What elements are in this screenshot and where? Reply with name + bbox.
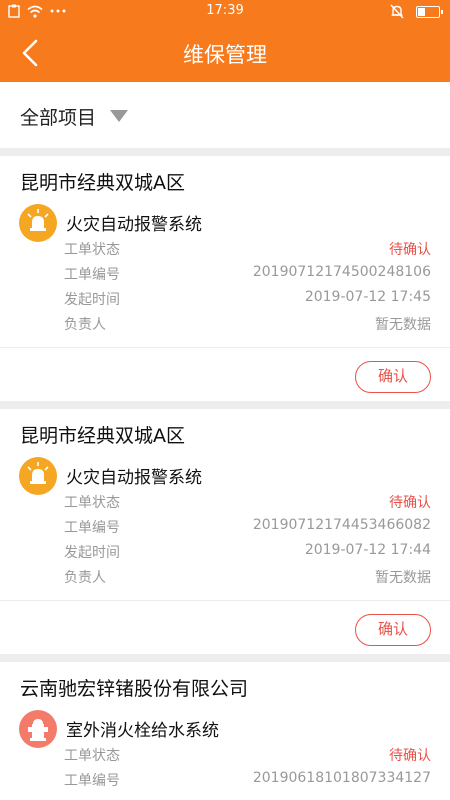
order-number-value: 20190712174453466082: [252, 517, 431, 533]
order-number-value: 20190712174500248106: [252, 264, 431, 280]
start-time-row: 发起时间 2019-07-12 17:45: [64, 289, 431, 313]
confirm-button[interactable]: 确认: [355, 614, 431, 646]
status-label: 工单状态: [64, 242, 120, 258]
status-value: 待确认: [389, 495, 431, 511]
owner-row: 负责人 暂无数据: [64, 314, 431, 338]
header-bar: 维保管理: [0, 24, 450, 82]
work-order-card[interactable]: 昆明市经典双城A区 火灾自动报警系统 工单状态 待确认 工单编号 2019071…: [0, 409, 450, 654]
status-value: 待确认: [389, 242, 431, 258]
status-time: 17:39: [206, 3, 244, 18]
order-number-row: 工单编号 20190712174500248106: [64, 264, 431, 288]
project-name: 昆明市经典双城A区: [20, 425, 185, 447]
status-label: 工单状态: [64, 495, 120, 511]
work-order-card[interactable]: 昆明市经典双城A区 火灾自动报警系统 工单状态 待确认 工单编号 2019071…: [0, 156, 450, 401]
start-time-label: 发起时间: [64, 545, 120, 561]
start-time-value: 2019-07-12 17:44: [304, 542, 431, 558]
status-row: 工单状态 待确认: [64, 492, 431, 516]
owner-value: 暂无数据: [375, 317, 431, 333]
order-number-row: 工单编号 20190712174453466082: [64, 517, 431, 541]
page-title: 维保管理: [183, 43, 267, 67]
owner-label: 负责人: [64, 317, 106, 333]
status-value: 待确认: [389, 748, 431, 764]
project-name: 云南驰宏锌锗股份有限公司: [20, 678, 249, 700]
battery-icon: [416, 5, 443, 18]
start-time-label: 发起时间: [64, 292, 120, 308]
status-label: 工单状态: [64, 748, 120, 764]
alarm-light-icon: [19, 204, 57, 242]
card-divider: [0, 347, 450, 348]
hydrant-icon: [19, 710, 57, 748]
dropdown-triangle-icon: [110, 110, 128, 122]
alarm-light-icon: [19, 457, 57, 495]
start-time-row: 发起时间 2019-07-12 17:44: [64, 542, 431, 566]
status-right-icons: [390, 4, 443, 19]
order-number-label: 工单编号: [64, 520, 120, 536]
order-number-row: 工单编号 20190618101807334127: [64, 770, 431, 794]
card-divider: [0, 600, 450, 601]
status-row: 工单状态 待确认: [64, 745, 431, 769]
owner-row: 负责人 暂无数据: [64, 567, 431, 591]
system-name: 室外消火栓给水系统: [66, 721, 219, 741]
owner-value: 暂无数据: [375, 570, 431, 586]
system-name: 火灾自动报警系统: [66, 215, 202, 235]
order-number-label: 工单编号: [64, 267, 120, 283]
status-row: 工单状态 待确认: [64, 239, 431, 263]
start-time-value: 2019-07-12 17:45: [304, 289, 431, 305]
order-number-label: 工单编号: [64, 773, 120, 789]
order-number-value: 20190618101807334127: [252, 770, 431, 786]
bell-off-icon: [390, 4, 404, 19]
project-name: 昆明市经典双城A区: [20, 172, 185, 194]
confirm-button[interactable]: 确认: [355, 361, 431, 393]
status-bar: 17:39: [0, 0, 450, 24]
project-filter-label: 全部项目: [20, 107, 97, 129]
work-order-card[interactable]: 云南驰宏锌锗股份有限公司 室外消火栓给水系统 工单状态 待确认 工单编号 201…: [0, 662, 450, 800]
system-name: 火灾自动报警系统: [66, 468, 202, 488]
owner-label: 负责人: [64, 570, 106, 586]
project-filter-dropdown[interactable]: 全部项目: [0, 82, 450, 148]
